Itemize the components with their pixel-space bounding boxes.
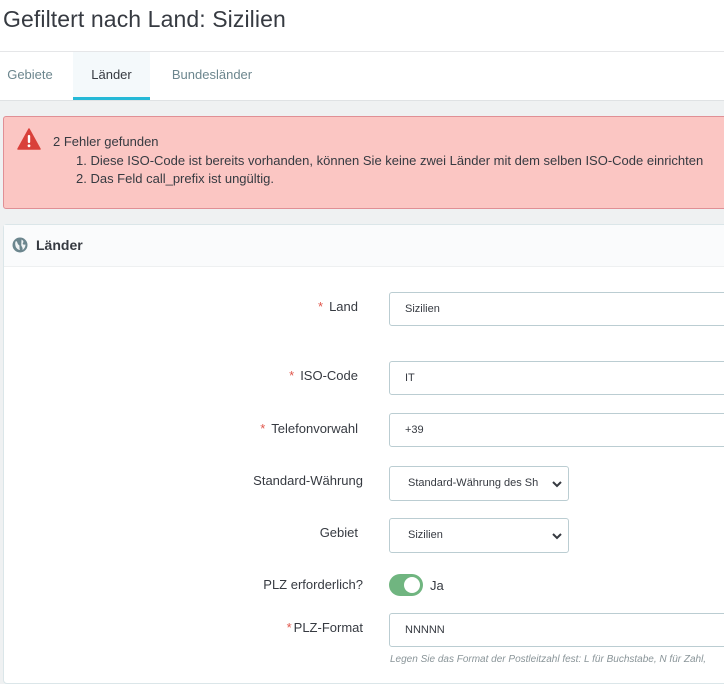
iso-code-label: * ISO-Code: [289, 368, 358, 383]
zip-required-toggle[interactable]: [389, 574, 423, 596]
required-marker: *: [260, 421, 266, 436]
zip-format-label: * PLZ-Format: [286, 620, 363, 635]
tab-bar: Gebiete Länder Bundesländer: [0, 52, 724, 100]
zone-select-value: Sizilien: [408, 529, 443, 541]
panel-title: Länder: [36, 237, 83, 253]
warning-icon: [17, 128, 41, 150]
zip-required-label: PLZ erforderlich?: [263, 577, 363, 592]
error-alert: 2 Fehler gefunden 1. Diese ISO-Code ist …: [3, 116, 724, 209]
chevron-down-icon: [552, 481, 562, 488]
required-marker: *: [318, 299, 324, 314]
land-label: * Land: [318, 299, 358, 314]
zip-format-input[interactable]: NNNNN: [389, 613, 724, 647]
alert-error-list: 1. Diese ISO-Code ist bereits vorhanden,…: [60, 152, 703, 188]
required-marker: *: [286, 620, 292, 635]
chevron-down-icon: [552, 533, 562, 540]
toggle-knob: [404, 577, 420, 593]
panel-heading: Länder: [4, 225, 724, 267]
zone-select[interactable]: Sizilien: [389, 518, 569, 553]
phone-prefix-label: * Telefonvorwahl: [260, 421, 358, 436]
currency-select[interactable]: Standard-Währung des Sh: [389, 466, 569, 501]
alert-error-item: 1. Diese ISO-Code ist bereits vorhanden,…: [76, 153, 704, 168]
page-title: Gefiltert nach Land: Sizilien: [3, 6, 286, 32]
zip-required-value: Ja: [430, 578, 444, 593]
currency-select-value: Standard-Währung des Sh: [408, 477, 539, 489]
tab-laender[interactable]: Länder: [73, 52, 150, 100]
land-input[interactable]: Sizilien: [389, 292, 724, 326]
iso-code-input[interactable]: IT: [389, 361, 724, 395]
tab-bundeslaender[interactable]: Bundesländer: [160, 52, 264, 100]
alert-error-item: 2. Das Feld call_prefix ist ungültig.: [76, 171, 274, 186]
zone-label: Gebiet: [319, 525, 358, 540]
header-divider-bottom: [0, 100, 724, 101]
currency-label: Standard-Währung: [253, 473, 363, 488]
tab-gebiete[interactable]: Gebiete: [0, 52, 60, 100]
required-marker: *: [289, 368, 295, 383]
phone-prefix-input[interactable]: +39: [389, 413, 724, 447]
page-header: Gefiltert nach Land: Sizilien Gebiete Lä…: [0, 0, 724, 100]
zip-format-help: Legen Sie das Format der Postleitzahl fe…: [390, 654, 707, 665]
alert-title: 2 Fehler gefunden: [53, 134, 159, 149]
globe-icon: [12, 237, 28, 253]
